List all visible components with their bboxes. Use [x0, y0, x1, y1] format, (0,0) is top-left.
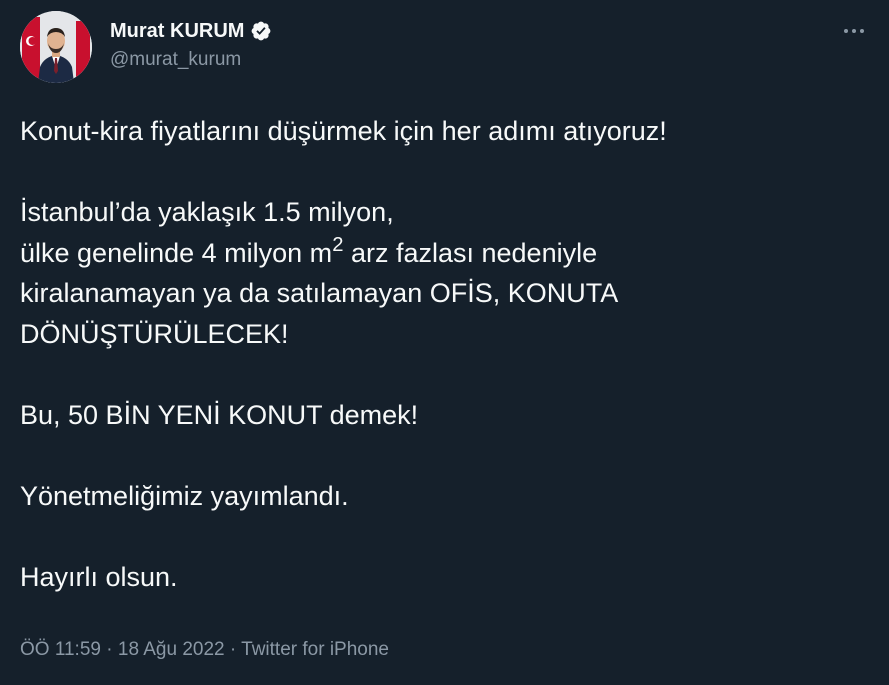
meta-separator: ·: [224, 639, 242, 660]
tweet-line-2-2-pre: ülke genelinde 4 milyon m: [20, 237, 333, 268]
tweet-line-2-4: DÖNÜŞTÜRÜLECEK!: [20, 318, 289, 349]
tweet-text: Konut-kira fiyatlarını düşürmek için her…: [20, 111, 870, 597]
verified-badge-icon: [250, 20, 272, 42]
tweet-paragraph-3: Bu, 50 BİN YENİ KONUT demek!: [20, 399, 419, 430]
tweet-paragraph-1: Konut-kira fiyatlarını düşürmek için her…: [20, 116, 667, 146]
tweet-meta: ÖÖ 11:59 · 18 Ağu 2022 · Twitter for iPh…: [20, 637, 389, 663]
author-display-name[interactable]: Murat KURUM: [110, 18, 244, 44]
tweet-date[interactable]: 18 Ağu 2022: [118, 639, 225, 660]
tweet-paragraph-5: Hayırlı olsun.: [20, 561, 178, 592]
tweet-line-2-2-post: arz fazlası nedeniyle: [343, 237, 598, 268]
profile-photo: [20, 11, 92, 83]
superscript-two: 2: [332, 233, 344, 256]
tweet-time[interactable]: ÖÖ 11:59: [20, 639, 101, 660]
tweet-line-2-1: İstanbul’da yaklaşık 1.5 milyon,: [20, 197, 394, 227]
author-handle[interactable]: @murat_kurum: [110, 48, 241, 72]
tweet-card: Murat KURUM @murat_kurum Konut-kira fiya…: [0, 0, 889, 685]
meta-separator: ·: [100, 639, 118, 660]
tweet-paragraph-4: Yönetmeliğimiz yayımlandı.: [20, 480, 349, 511]
more-dots-icon[interactable]: [837, 18, 871, 44]
tweet-line-2-3: kiralanamayan ya da satılamayan OFİS, KO…: [20, 278, 619, 308]
author-name-row: Murat KURUM: [110, 18, 272, 44]
tweet-source[interactable]: Twitter for iPhone: [241, 639, 389, 660]
tweet-line-2-2: ülke genelinde 4 milyon m2 arz fazlası n…: [20, 233, 870, 274]
avatar[interactable]: [20, 11, 92, 83]
